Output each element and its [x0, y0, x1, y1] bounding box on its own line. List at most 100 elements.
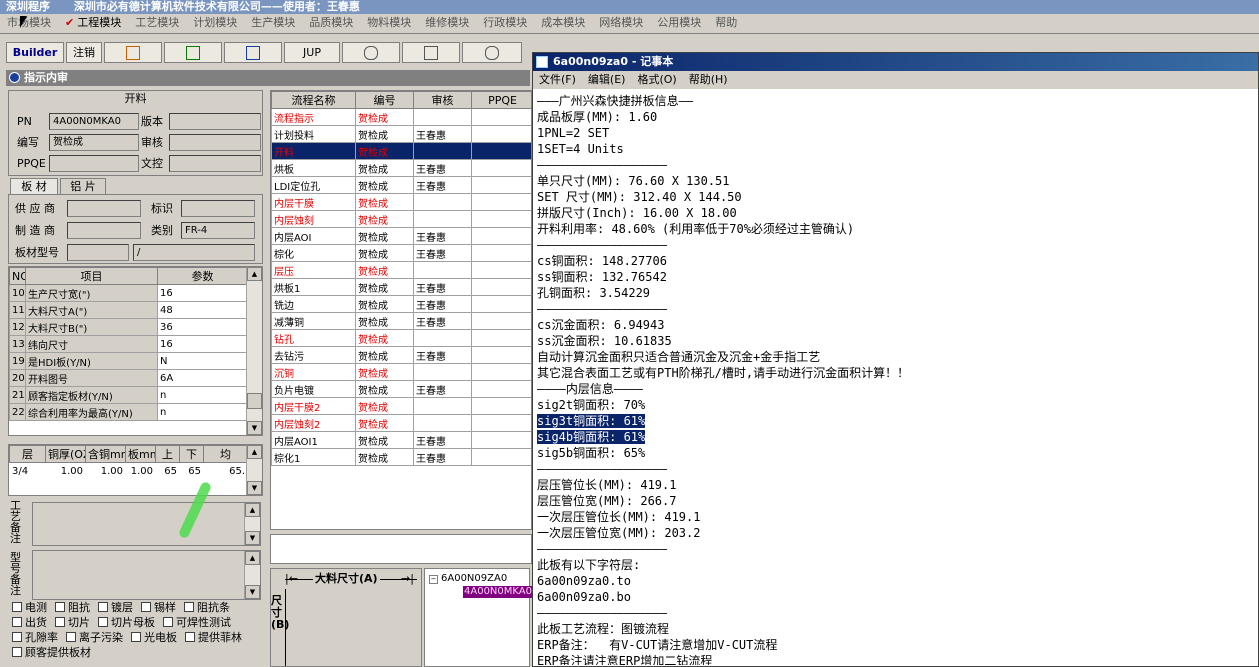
mark-field[interactable] — [181, 200, 255, 217]
flow-ppqe[interactable] — [471, 346, 531, 364]
jup-button[interactable]: JUP — [284, 42, 340, 63]
layers-header-copper[interactable]: 铜厚(OZ) — [45, 445, 86, 463]
board-model-field-2[interactable]: / — [133, 244, 255, 261]
flow-ppqe[interactable] — [471, 125, 531, 143]
table-row[interactable]: 20 开料图号 6A — [9, 369, 248, 387]
flow-ppqe[interactable] — [471, 108, 531, 126]
checkbox-0-2[interactable]: 镀层 — [98, 601, 133, 614]
checkbox-box[interactable] — [163, 617, 173, 627]
param-value[interactable]: N — [157, 352, 248, 370]
board-model-field[interactable] — [67, 244, 129, 261]
checkbox-2-2[interactable]: 光电板 — [131, 631, 177, 644]
checkbox-box[interactable] — [12, 647, 22, 657]
flow-no[interactable]: 贺检成 — [355, 176, 414, 194]
table-row[interactable]: 开料 贺检成 — [271, 142, 531, 160]
logout-button[interactable]: 注销 — [66, 42, 102, 63]
flow-review[interactable] — [413, 329, 472, 347]
layers-header-top[interactable]: 上 — [155, 445, 180, 463]
flow-name[interactable]: 层压 — [271, 261, 356, 279]
flow-name[interactable]: 烘板 — [271, 159, 356, 177]
notepad-menu-item[interactable]: 帮助(H) — [689, 73, 728, 86]
flow-no[interactable]: 贺检成 — [355, 380, 414, 398]
params-header-item[interactable]: 项目 — [25, 267, 158, 285]
builder-button[interactable]: Builder — [6, 42, 64, 63]
maker-field[interactable] — [67, 222, 141, 239]
flow-no[interactable]: 贺检成 — [355, 125, 414, 143]
flow-review[interactable]: 王春惠 — [413, 346, 472, 364]
flow-no[interactable]: 贺检成 — [355, 210, 414, 228]
flow-name[interactable]: 内层AOI1 — [271, 431, 356, 449]
menu-item-9[interactable]: 成本模块 — [534, 14, 592, 32]
notepad-title-bar[interactable]: 6a00n09za0 - 记事本 — [533, 53, 1258, 71]
flow-name[interactable]: 钻孔 — [271, 329, 356, 347]
param-value[interactable]: 48 — [157, 301, 248, 319]
checkbox-box[interactable] — [98, 602, 108, 612]
flow-no[interactable]: 贺检成 — [355, 108, 414, 126]
checkbox-2-1[interactable]: 离子污染 — [66, 631, 123, 644]
menu-item-4[interactable]: 生产模块 — [244, 14, 302, 32]
menu-item-5[interactable]: 品质模块 — [302, 14, 360, 32]
table-row[interactable]: 流程指示 贺检成 — [271, 108, 531, 126]
review-field[interactable] — [169, 134, 261, 151]
table-row[interactable]: 层压 贺检成 — [271, 261, 531, 279]
menu-item-8[interactable]: 行政模块 — [476, 14, 534, 32]
layers-header-layer[interactable]: 层 — [9, 445, 46, 463]
checkbox-box[interactable] — [66, 632, 76, 642]
flow-ppqe[interactable] — [471, 448, 531, 466]
table-row[interactable]: 11 大料尺寸A(") 48 — [9, 301, 248, 319]
flow-no[interactable]: 贺检成 — [355, 227, 414, 245]
table-row[interactable]: 沉铜 贺检成 — [271, 363, 531, 381]
checkbox-3-0[interactable]: 顾客提供板材 — [12, 646, 91, 659]
ppqe-field[interactable] — [49, 155, 139, 172]
layers-header-avg[interactable]: 均 — [203, 445, 248, 463]
checkbox-0-1[interactable]: 阻抗 — [55, 601, 90, 614]
scroll-down-icon[interactable]: ▼ — [247, 421, 262, 435]
menu-item-7[interactable]: 维修模块 — [418, 14, 476, 32]
menu-item-11[interactable]: 公用模块 — [650, 14, 708, 32]
excel-button[interactable] — [164, 42, 222, 63]
flow-ppqe[interactable] — [471, 142, 531, 160]
checkbox-1-0[interactable]: 出货 — [12, 616, 47, 629]
table-row[interactable]: 22 综合利用率为最高(Y/N) n — [9, 403, 248, 421]
menu-item-12[interactable]: 帮助 — [708, 14, 744, 32]
checkbox-box[interactable] — [184, 602, 194, 612]
checkbox-box[interactable] — [185, 632, 195, 642]
flow-no[interactable]: 贺检成 — [355, 142, 414, 160]
flow-ppqe[interactable] — [471, 210, 531, 228]
params-header-no[interactable]: NO — [9, 267, 26, 285]
report-button[interactable] — [104, 42, 162, 63]
flow-header-ppqe[interactable]: PPQE — [471, 91, 531, 109]
database-button[interactable] — [402, 42, 460, 63]
flow-ppqe[interactable] — [471, 193, 531, 211]
flow-review[interactable]: 王春惠 — [413, 125, 472, 143]
param-value[interactable]: 16 — [157, 284, 248, 302]
table-row[interactable]: 13 纬向尺寸 16 — [9, 335, 248, 353]
flow-no[interactable]: 贺检成 — [355, 414, 414, 432]
layer-cell[interactable]: 65 — [179, 462, 204, 480]
checkbox-box[interactable] — [131, 632, 141, 642]
flow-name[interactable]: 内层蚀刻 — [271, 210, 356, 228]
layer-cell[interactable]: 1.00 — [45, 462, 86, 480]
notepad-menu-item[interactable]: 文件(F) — [539, 73, 576, 86]
flow-review[interactable] — [413, 210, 472, 228]
flow-name[interactable]: 计划投料 — [271, 125, 356, 143]
table-row[interactable]: 19 是HDI板(Y/N) N — [9, 352, 248, 370]
version-field[interactable] — [169, 113, 261, 130]
flow-no[interactable]: 贺检成 — [355, 363, 414, 381]
flow-name[interactable]: 内层AOI — [271, 227, 356, 245]
flow-name[interactable]: 棕化1 — [271, 448, 356, 466]
checkbox-box[interactable] — [98, 617, 108, 627]
flow-ppqe[interactable] — [471, 380, 531, 398]
notepad-menu-item[interactable]: 编辑(E) — [588, 73, 626, 86]
scroll-down-icon[interactable]: ▼ — [247, 481, 262, 495]
flow-review[interactable]: 王春惠 — [413, 176, 472, 194]
flow-name[interactable]: 开料 — [271, 142, 356, 160]
flow-review[interactable] — [413, 397, 472, 415]
table-row[interactable]: 12 大料尺寸B(") 36 — [9, 318, 248, 336]
table-row[interactable]: 3/4 1.00 1.00 1.00 65 65 65. — [9, 462, 248, 480]
flow-no[interactable]: 贺检成 — [355, 295, 414, 313]
category-field[interactable]: FR-4 — [181, 222, 255, 239]
flow-review[interactable]: 王春惠 — [413, 159, 472, 177]
table-row[interactable]: 内层干膜 贺检成 — [271, 193, 531, 211]
checkbox-1-3[interactable]: 可焊性测试 — [163, 616, 231, 629]
